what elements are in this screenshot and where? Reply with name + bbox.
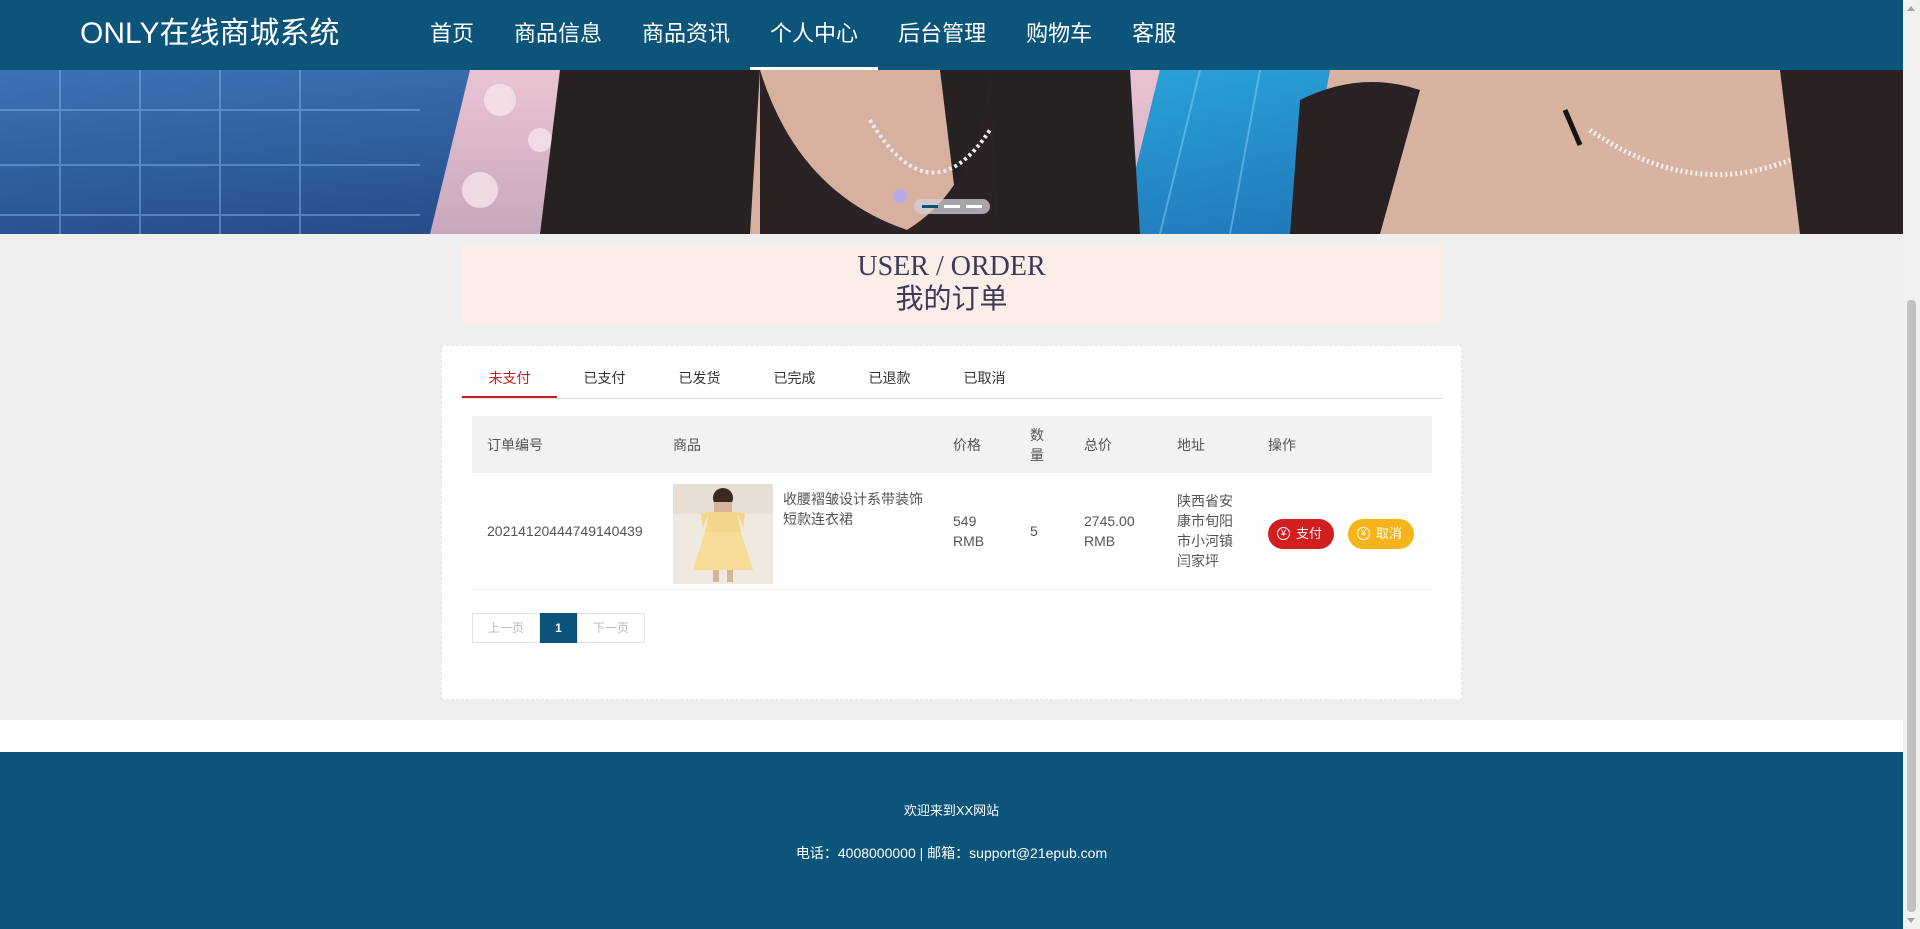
nav-item-cart[interactable]: 购物车: [1006, 0, 1112, 70]
carousel-dot-1[interactable]: [922, 205, 938, 208]
tab-shipped[interactable]: 已发货: [652, 360, 747, 398]
top-navbar: ONLY在线商城系统 首页 商品信息 商品资讯 个人中心 后台管理 购物车 客服: [0, 0, 1903, 70]
tab-unpaid[interactable]: 未支付: [462, 360, 557, 398]
nav-item-products[interactable]: 商品信息: [494, 0, 622, 70]
yen-icon: ¥: [1277, 527, 1290, 540]
tab-paid[interactable]: 已支付: [557, 360, 652, 398]
product-qty: 5: [1030, 523, 1038, 539]
nav-item-user-center[interactable]: 个人中心: [750, 0, 879, 70]
order-table-header: 订单编号 商品 价格 数量 总价 地址 操作: [472, 416, 1432, 473]
footer-contact: 电话：4008000000 | 邮箱：support@21epub.com: [795, 845, 1108, 861]
carousel-dot-2[interactable]: [944, 205, 960, 208]
page-number-current[interactable]: 1: [540, 613, 577, 643]
order-panel: 未支付 已支付 已发货 已完成 已退款 已取消 订单编号 商品 价格 数量 总价…: [441, 345, 1462, 700]
carousel-dot-3[interactable]: [966, 205, 982, 208]
site-footer: 欢迎来到XX网站 电话：4008000000 | 邮箱：support@21ep…: [0, 752, 1903, 929]
col-total: 总价: [1084, 436, 1112, 453]
pagination: 上一页 1 下一页: [472, 613, 645, 643]
col-qty: 数量: [1030, 426, 1044, 463]
carousel-indicator: [914, 199, 990, 214]
scroll-down-arrow-icon[interactable]: [1907, 918, 1915, 923]
pay-button-label: 支付: [1296, 526, 1323, 541]
page-scrollbar[interactable]: [1903, 0, 1920, 929]
tab-refunded[interactable]: 已退款: [842, 360, 937, 398]
nav-item-home[interactable]: 首页: [410, 0, 494, 70]
product-image: [673, 484, 773, 584]
col-action: 操作: [1268, 436, 1296, 453]
tab-completed[interactable]: 已完成: [747, 360, 842, 398]
scrollbar-thumb[interactable]: [1907, 300, 1916, 912]
nav-item-service[interactable]: 客服: [1112, 0, 1196, 70]
site-logo-text[interactable]: ONLY在线商城系统: [80, 14, 339, 54]
order-total: 2745.00 RMB: [1084, 513, 1135, 549]
col-price: 价格: [953, 436, 981, 453]
cancel-button[interactable]: ¥ 取消: [1348, 519, 1415, 549]
nav-item-admin[interactable]: 后台管理: [878, 0, 1006, 70]
footer-spacer: [0, 720, 1903, 752]
order-status-tabs: 未支付 已支付 已发货 已完成 已退款 已取消: [462, 360, 1443, 399]
prev-page-button[interactable]: 上一页: [472, 613, 540, 643]
product-name[interactable]: 收腰褶皱设计系带装饰短款连衣裙: [783, 489, 928, 529]
yen-icon: ¥: [1357, 527, 1370, 540]
col-address: 地址: [1177, 436, 1205, 453]
footer-welcome: 欢迎来到XX网站: [903, 803, 1000, 818]
next-page-button[interactable]: 下一页: [577, 613, 645, 643]
product-price: 549 RMB: [953, 513, 985, 549]
scroll-up-arrow-icon[interactable]: [1907, 6, 1915, 11]
shipping-address: 陕西省安康市旬阳市小河镇闫家坪: [1177, 493, 1233, 569]
section-title-en: USER / ORDER: [857, 251, 1046, 282]
pay-button[interactable]: ¥ 支付: [1268, 519, 1335, 549]
cancel-button-label: 取消: [1376, 526, 1403, 541]
main-nav: 首页 商品信息 商品资讯 个人中心 后台管理 购物车 客服: [410, 0, 1196, 70]
banner-carousel[interactable]: [0, 70, 1903, 234]
nav-item-news[interactable]: 商品资讯: [622, 0, 750, 70]
section-title-cn: 我的订单: [895, 284, 1008, 315]
section-title-box: USER / ORDER 我的订单: [462, 246, 1441, 324]
tab-cancelled[interactable]: 已取消: [937, 360, 1032, 398]
col-order-no: 订单编号: [487, 436, 543, 453]
product-thumbnail[interactable]: [673, 484, 773, 584]
order-number: 20214120444749140439: [487, 523, 643, 539]
table-row: 20214120444749140439 收腰褶皱设计系带装饰短款连衣裙 549…: [472, 473, 1432, 590]
col-product: 商品: [673, 436, 701, 453]
